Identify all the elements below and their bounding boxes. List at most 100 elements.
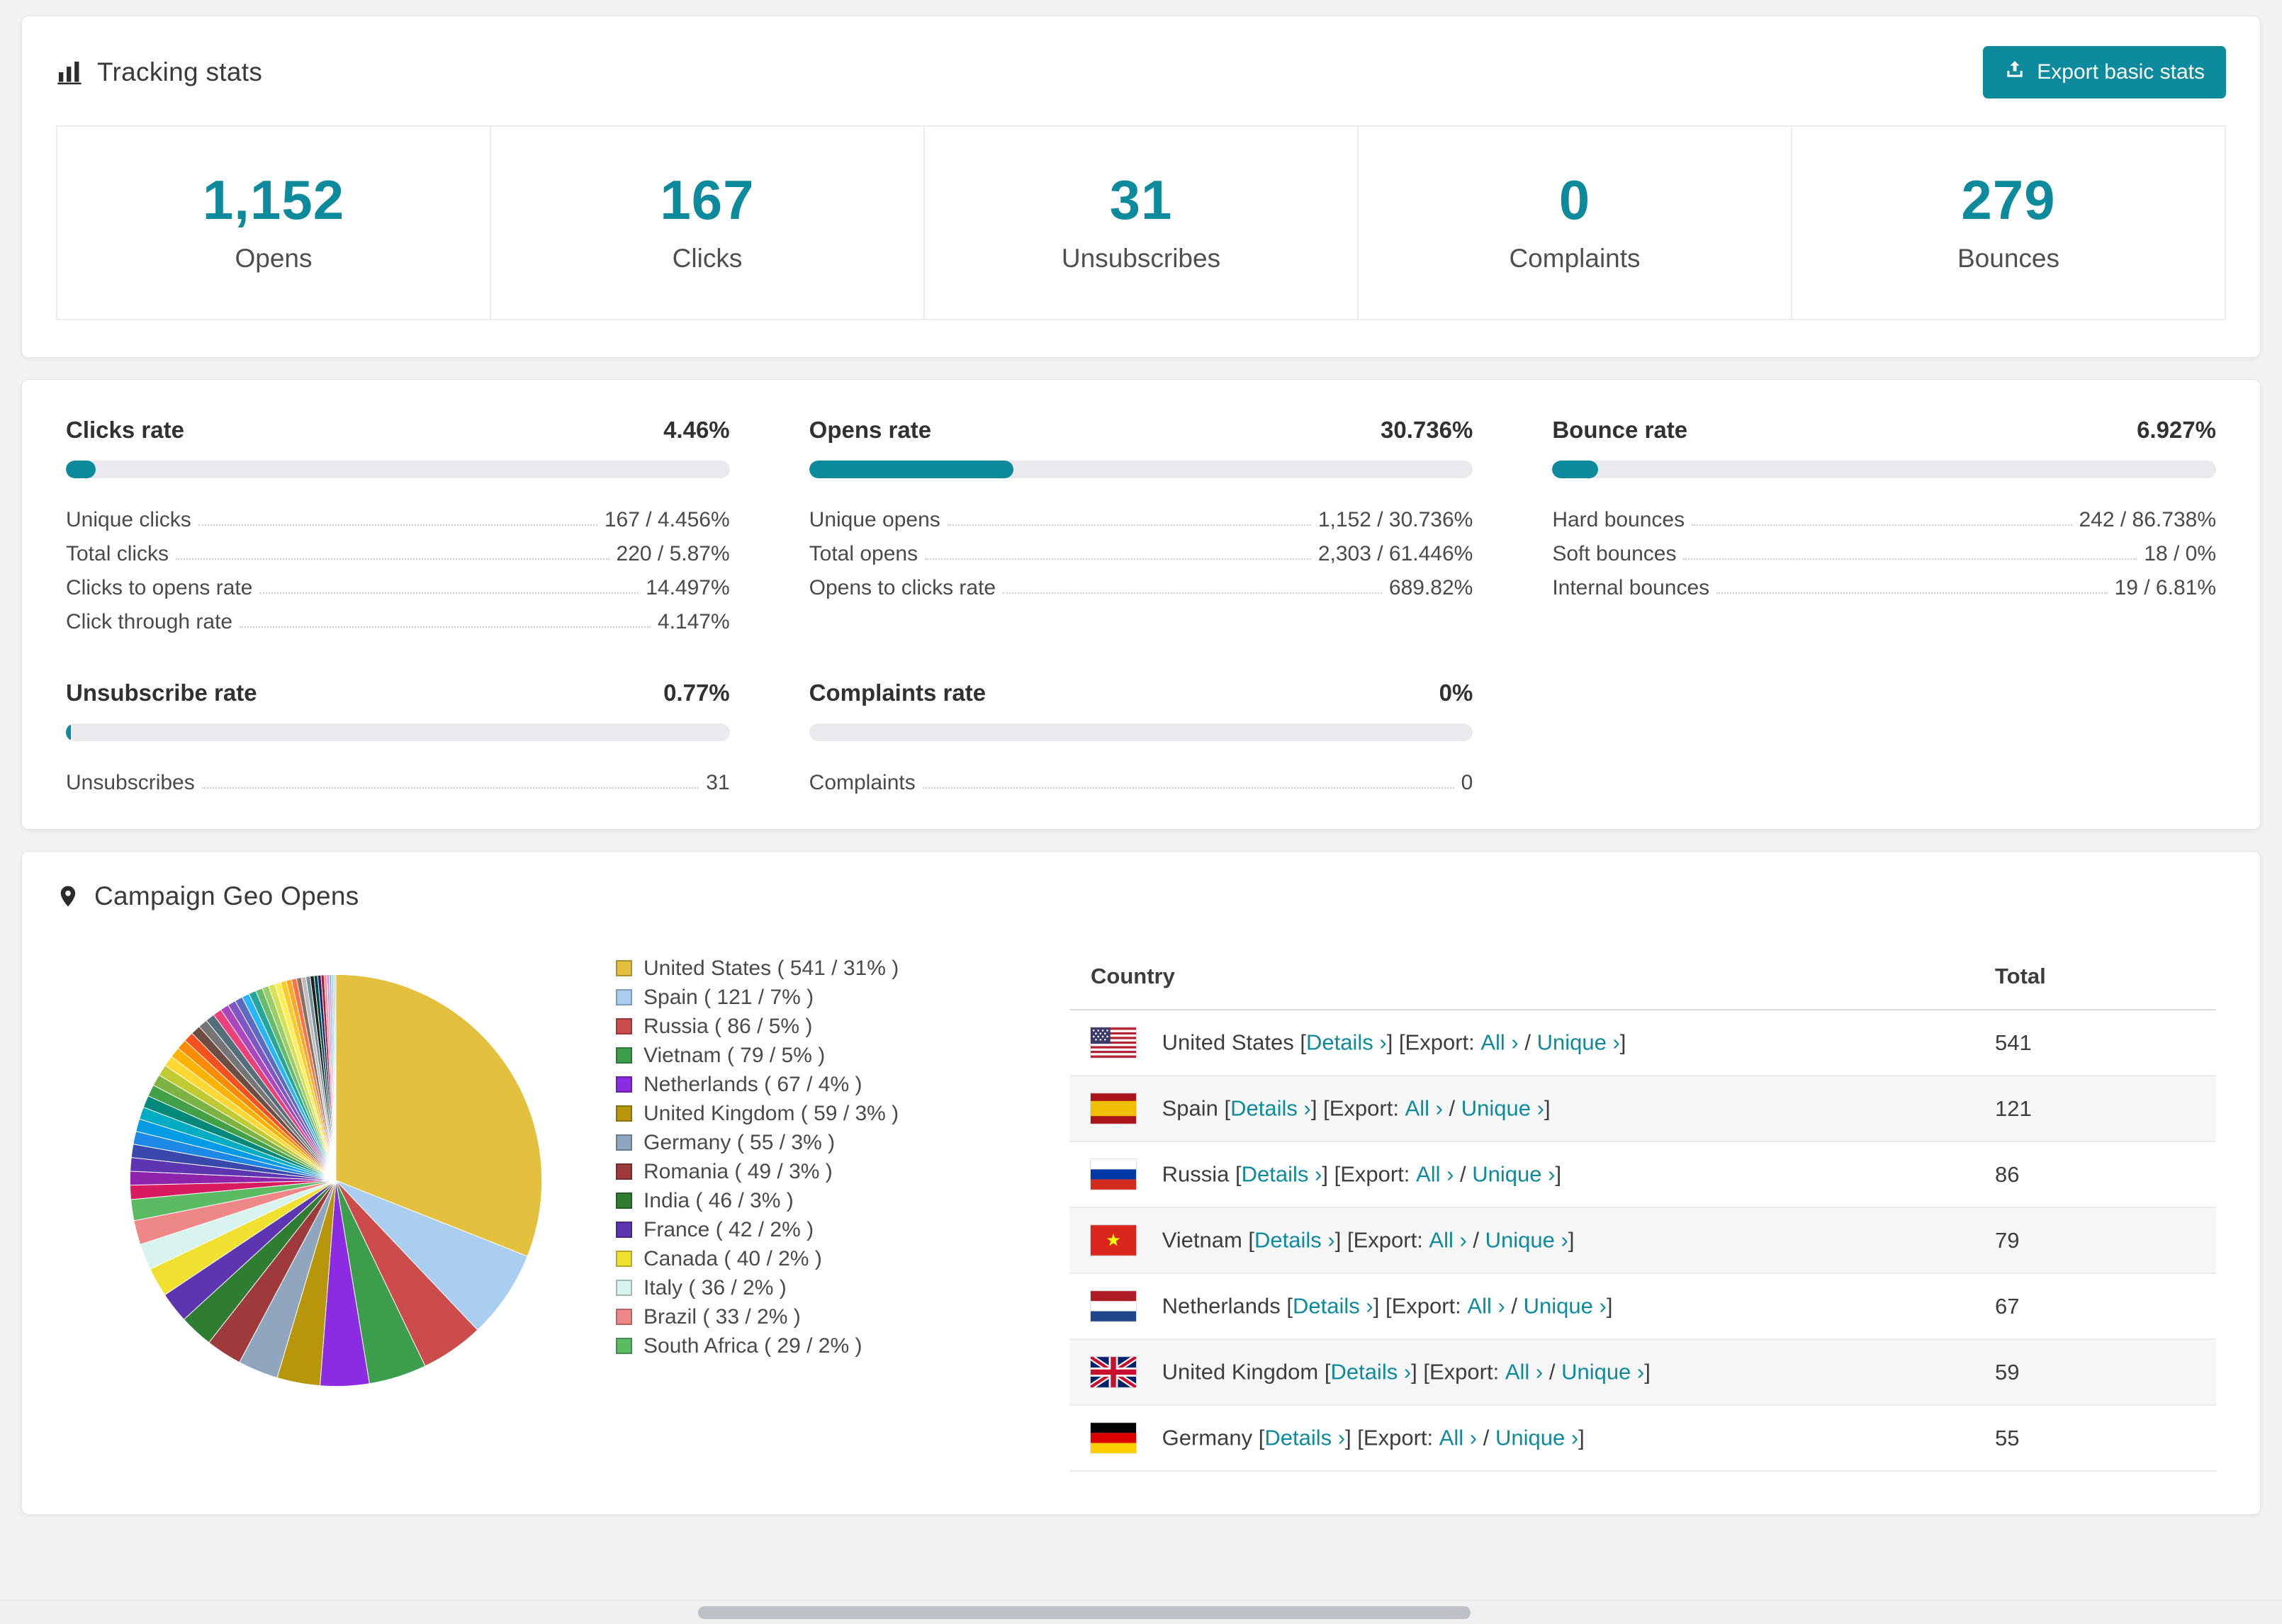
progress-bar [809, 723, 1473, 741]
flag-gb-icon [1091, 1357, 1136, 1387]
rate-detail-row: Click through rate 4.147% [66, 600, 730, 634]
dotted-leader [1003, 592, 1382, 594]
rate-detail-row: Total opens 2,303 / 61.446% [809, 532, 1473, 566]
stat-bounces: 279 Bounces [1792, 127, 2225, 319]
stat-opens: 1,152 Opens [57, 127, 491, 319]
rate-detail-value: 167 / 4.456% [604, 508, 730, 531]
details-link[interactable]: Details › [1293, 1294, 1373, 1319]
rate-detail-row: Internal bounces 19 / 6.81% [1552, 566, 2216, 600]
country-name: Netherlands [1162, 1293, 1281, 1319]
export-unique-link[interactable]: Unique › [1461, 1096, 1544, 1121]
rate-detail-row: Hard bounces 242 / 86.738% [1552, 498, 2216, 532]
legend-item: Netherlands ( 67 / 4% ) [616, 1070, 1069, 1099]
rate-detail-row: Unique clicks 167 / 4.456% [66, 498, 730, 532]
legend-swatch [616, 1192, 632, 1209]
dotted-leader [947, 524, 1311, 526]
legend-label: France ( 42 / 2% ) [643, 1217, 814, 1241]
legend-label: Spain ( 121 / 7% ) [643, 985, 814, 1009]
export-all-link[interactable]: All › [1467, 1294, 1505, 1319]
details-link[interactable]: Details › [1242, 1162, 1322, 1187]
legend-label: Romania ( 49 / 3% ) [643, 1159, 833, 1183]
legend-item: Canada ( 40 / 2% ) [616, 1244, 1069, 1273]
export-all-link[interactable]: All › [1416, 1162, 1454, 1187]
rate-section-clicks-rate: Clicks rate 4.46% Unique clicks 167 / 4.… [66, 417, 730, 634]
export-unique-link[interactable]: Unique › [1524, 1294, 1607, 1319]
horizontal-scrollbar-track[interactable] [0, 1600, 2282, 1624]
progress-bar-fill [1552, 461, 1599, 478]
dotted-leader [925, 558, 1311, 560]
export-unique-link[interactable]: Unique › [1537, 1030, 1620, 1055]
total-column-header: Total [1995, 942, 2216, 1010]
rate-section-opens-rate: Opens rate 30.736% Unique opens 1,152 / … [809, 417, 1473, 634]
rate-detail-label: Click through rate [66, 610, 233, 633]
rate-section-unsubscribe-rate: Unsubscribe rate 0.77% Unsubscribes 31 [66, 680, 730, 795]
legend-item: Russia ( 86 / 5% ) [616, 1012, 1069, 1041]
export-all-link[interactable]: All › [1429, 1228, 1466, 1253]
details-link[interactable]: Details › [1306, 1030, 1387, 1055]
rate-detail-value: 0 [1461, 771, 1473, 794]
legend-swatch [616, 1251, 632, 1267]
progress-bar-fill [809, 461, 1013, 478]
bar-chart-icon [56, 59, 83, 86]
stat-value: 1,152 [202, 169, 345, 231]
stat-label: Unsubscribes [1061, 244, 1221, 273]
legend-label: Russia ( 86 / 5% ) [643, 1014, 813, 1038]
rate-detail-value: 242 / 86.738% [2079, 508, 2217, 531]
dotted-leader [1683, 558, 2137, 560]
pie-chart-container [56, 942, 616, 1400]
country-name: United States [1162, 1030, 1294, 1055]
details-link[interactable]: Details › [1230, 1096, 1311, 1121]
dotted-leader [259, 592, 639, 594]
rate-detail-label: Clicks to opens rate [66, 576, 253, 599]
export-all-link[interactable]: All › [1439, 1426, 1477, 1450]
rate-detail-value: 19 / 6.81% [2114, 576, 2216, 599]
export-all-link[interactable]: All › [1405, 1096, 1443, 1121]
export-all-link[interactable]: All › [1505, 1360, 1543, 1385]
table-row-us: United States [Details ›] [Export: All ›… [1069, 1010, 2216, 1076]
dotted-leader [240, 626, 651, 628]
rate-detail-row: Opens to clicks rate 689.82% [809, 566, 1473, 600]
legend-item: Vietnam ( 79 / 5% ) [616, 1041, 1069, 1070]
stat-unsubscribes: 31 Unsubscribes [925, 127, 1359, 319]
rate-detail-label: Opens to clicks rate [809, 576, 996, 599]
details-link[interactable]: Details › [1330, 1360, 1411, 1385]
country-total: 86 [1995, 1141, 2216, 1208]
horizontal-scrollbar-thumb[interactable] [698, 1606, 1471, 1619]
export-unique-link[interactable]: Unique › [1495, 1426, 1578, 1450]
export-button-label: Export basic stats [2037, 60, 2205, 84]
export-all-link[interactable]: All › [1480, 1030, 1518, 1055]
stat-label: Opens [235, 244, 313, 273]
export-unique-link[interactable]: Unique › [1485, 1228, 1568, 1253]
rate-value: 0.77% [663, 680, 730, 706]
rate-detail-value: 14.497% [646, 576, 730, 599]
dotted-leader [176, 558, 609, 560]
legend-label: Vietnam ( 79 / 5% ) [643, 1043, 826, 1067]
country-name: Spain [1162, 1095, 1218, 1121]
export-basic-stats-button[interactable]: Export basic stats [1983, 46, 2226, 98]
rate-detail-value: 689.82% [1388, 576, 1473, 599]
stat-complaints: 0 Complaints [1359, 127, 1792, 319]
progress-bar [1552, 461, 2216, 478]
legend-swatch [616, 1280, 632, 1296]
geo-body: United States ( 541 / 31% ) Spain ( 121 … [22, 938, 2260, 1514]
export-unique-link[interactable]: Unique › [1561, 1360, 1644, 1385]
legend-item: Brazil ( 33 / 2% ) [616, 1302, 1069, 1331]
legend-item: Romania ( 49 / 3% ) [616, 1157, 1069, 1186]
country-name: Germany [1162, 1425, 1253, 1450]
stat-value: 0 [1558, 169, 1591, 231]
tracking-stats-card: Tracking stats Export basic stats 1,152 … [21, 16, 2261, 358]
geo-title: Campaign Geo Opens [94, 881, 359, 910]
country-total: 67 [1995, 1273, 2216, 1340]
rate-value: 0% [1439, 680, 1473, 706]
rate-detail-value: 1,152 / 30.736% [1317, 508, 1473, 531]
legend-swatch [616, 960, 632, 976]
table-header-row: Country Total [1069, 942, 2216, 1010]
rate-detail-row: Unique opens 1,152 / 30.736% [809, 498, 1473, 532]
country-name: Vietnam [1162, 1227, 1242, 1253]
export-unique-link[interactable]: Unique › [1472, 1162, 1555, 1187]
details-link[interactable]: Details › [1264, 1426, 1345, 1450]
rate-detail-label: Total opens [809, 542, 918, 565]
details-link[interactable]: Details › [1254, 1228, 1335, 1253]
campaign-geo-opens-card: Campaign Geo Opens United States ( 541 /… [21, 851, 2261, 1515]
progress-bar [809, 461, 1473, 478]
